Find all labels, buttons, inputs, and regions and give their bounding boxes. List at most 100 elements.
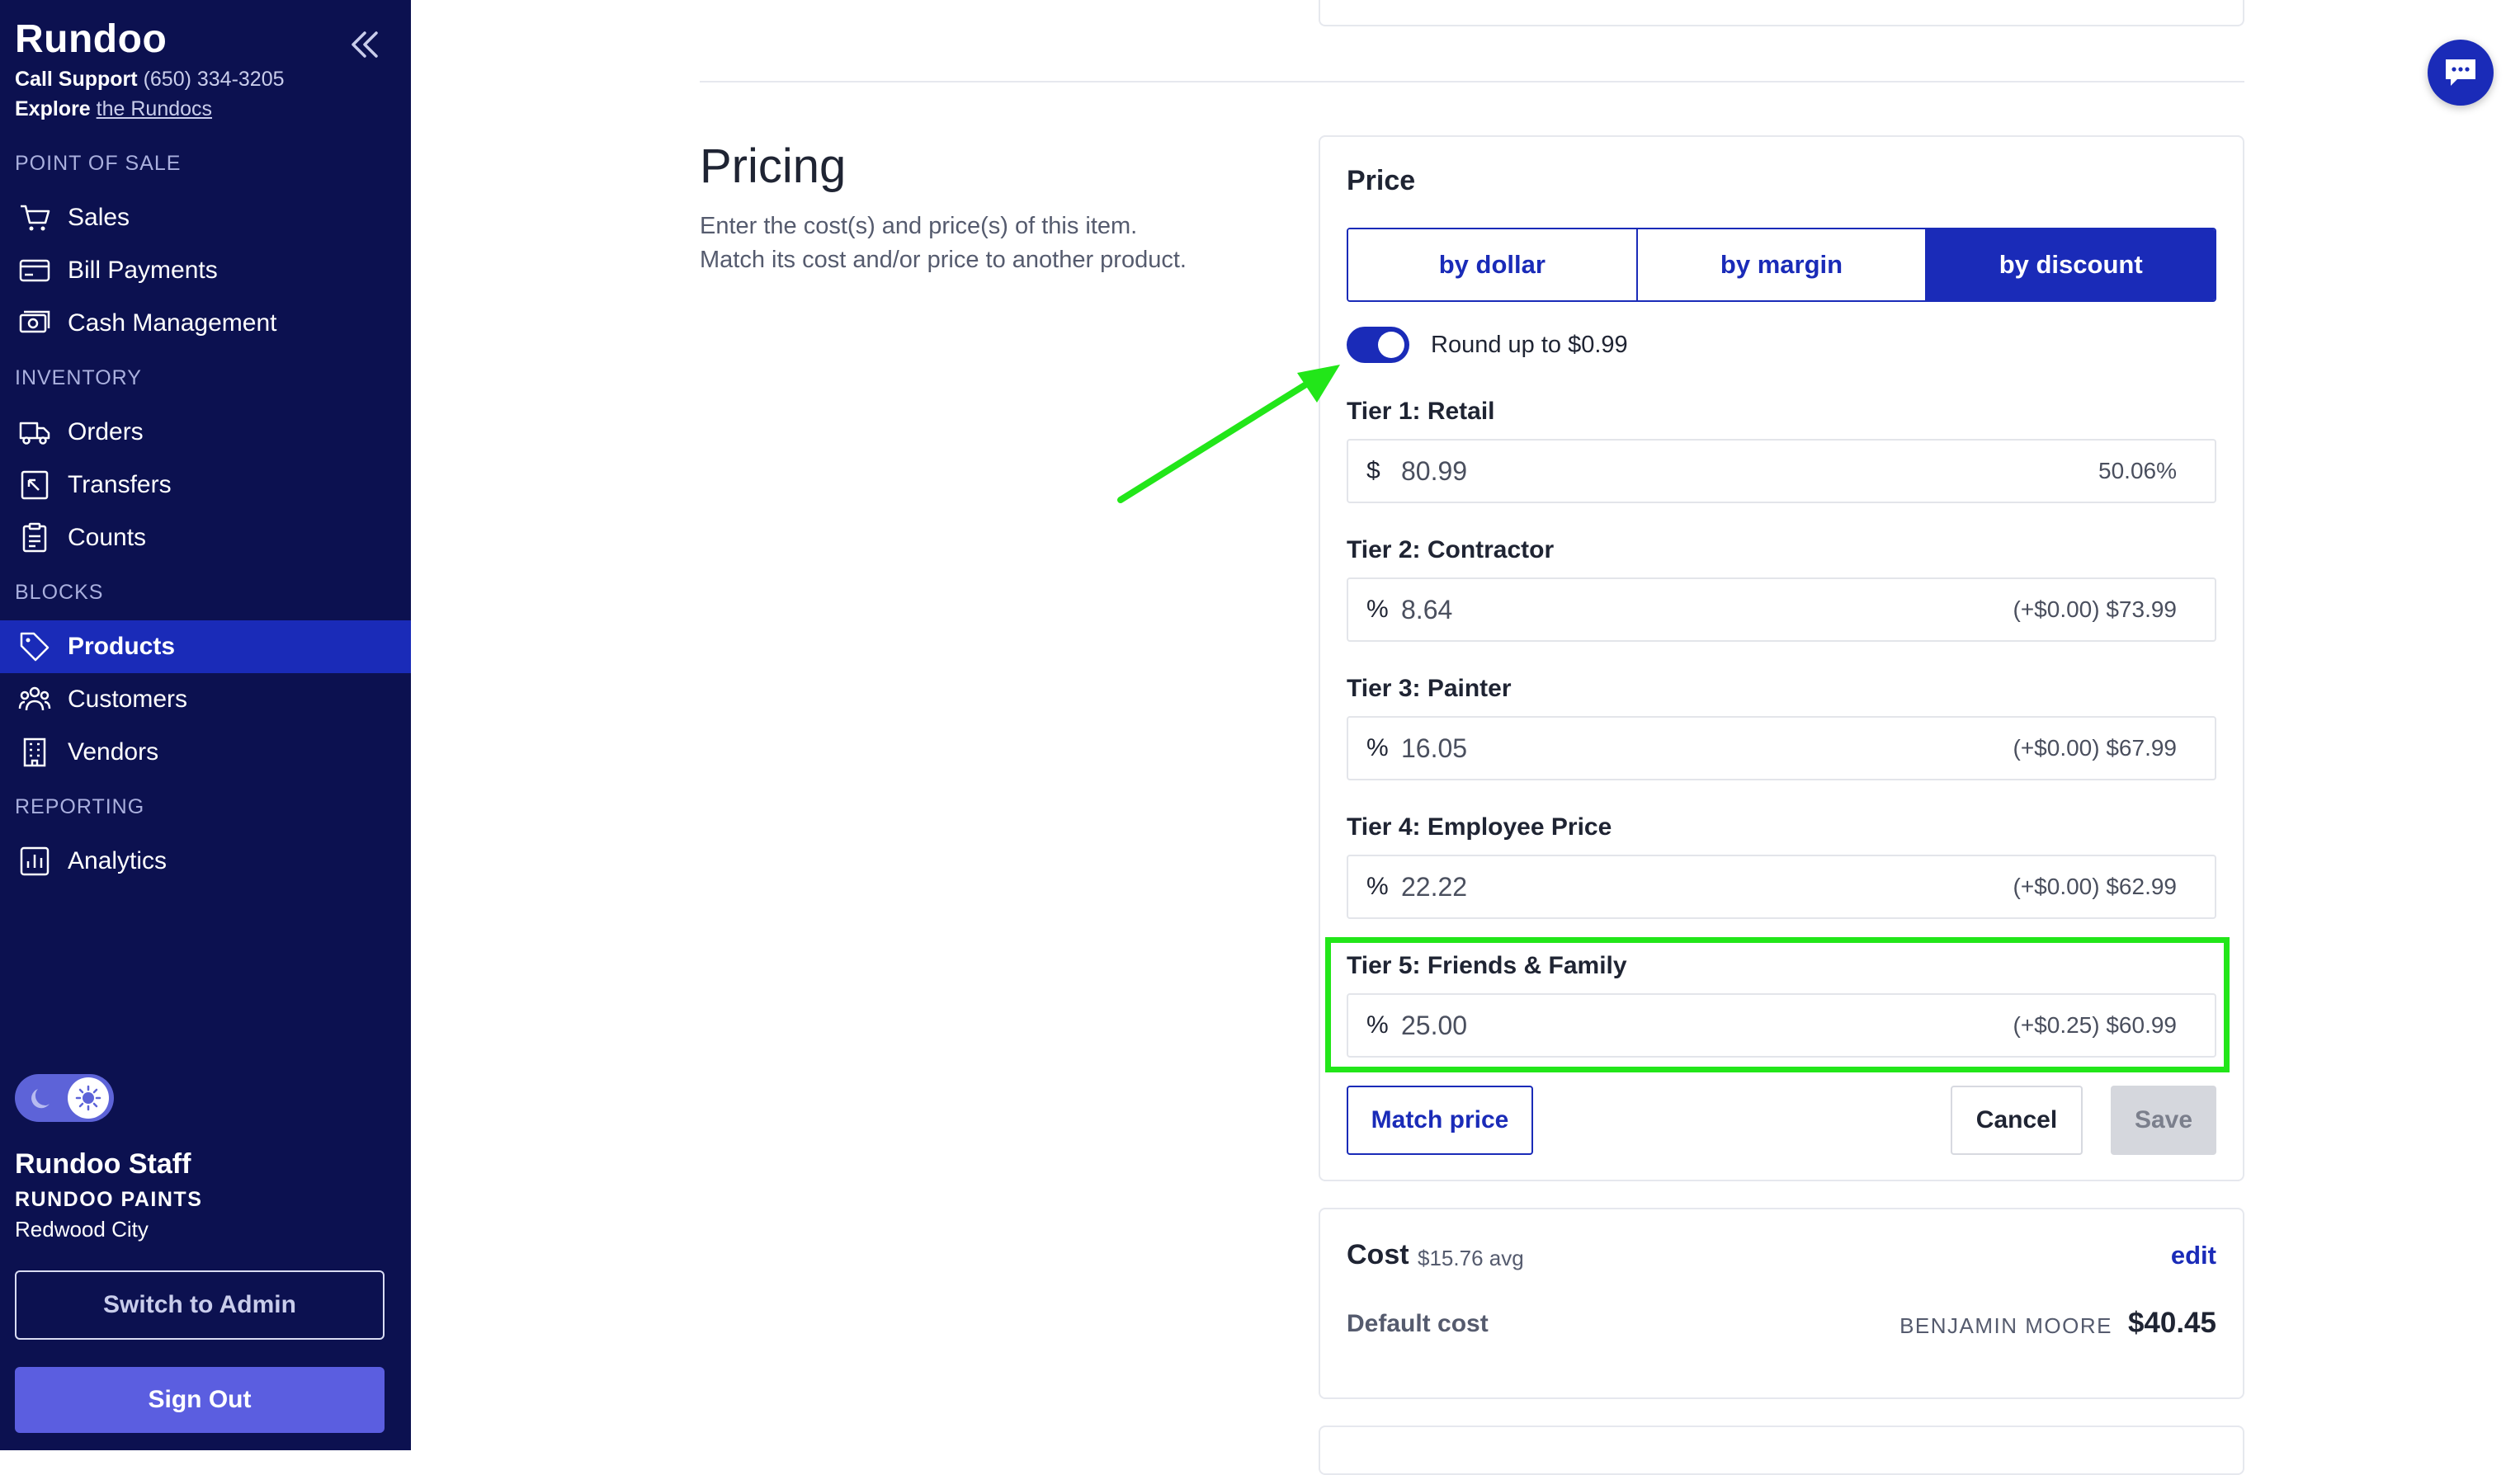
vendor-name: BENJAMIN MOORE <box>1899 1313 2112 1338</box>
default-cost-amount: $40.45 <box>2127 1307 2216 1339</box>
section-divider <box>700 81 2244 82</box>
cancel-button[interactable]: Cancel <box>1951 1086 2083 1155</box>
tier-2-input[interactable]: % 8.64 (+$0.00) $73.99 <box>1347 577 2216 642</box>
price-mode-segmented-control: by dollar by margin by discount <box>1347 228 2216 302</box>
sidebar-item-analytics[interactable]: Analytics <box>0 835 411 888</box>
sign-out-button[interactable]: Sign Out <box>15 1367 385 1433</box>
tier-3-label: Tier 3: Painter <box>1347 675 1512 702</box>
annotation-arrow <box>1117 365 1340 503</box>
rundocs-link[interactable]: the Rundocs <box>97 97 212 120</box>
tier-hint: 50.06% <box>2098 458 2177 483</box>
building-icon <box>17 734 53 770</box>
brand-logo: Rundoo <box>15 17 168 61</box>
store-name: RUNDOO PAINTS <box>15 1188 203 1211</box>
users-icon <box>17 681 53 718</box>
toggle-knob <box>1378 332 1404 358</box>
mode-by-dollar-button[interactable]: by dollar <box>1348 229 1638 300</box>
sidebar-item-cash-management[interactable]: Cash Management <box>0 297 411 350</box>
sidebar-item-label: Cash Management <box>68 309 277 337</box>
clipboard-icon <box>17 520 53 556</box>
sidebar-item-transfers[interactable]: Transfers <box>0 459 411 511</box>
match-price-button[interactable]: Match price <box>1347 1086 1533 1155</box>
tier-unit: $ <box>1366 457 1380 484</box>
sidebar-item-label: Counts <box>68 524 147 551</box>
price-card-title: Price <box>1347 165 1416 196</box>
sidebar-item-orders[interactable]: Orders <box>0 406 411 459</box>
edit-cost-link[interactable]: edit <box>2171 1241 2216 1270</box>
round-up-label: Round up to $0.99 <box>1431 331 1628 358</box>
chart-icon <box>17 843 53 879</box>
mode-by-margin-button[interactable]: by margin <box>1637 229 1928 300</box>
tier-3-input[interactable]: % 16.05 (+$0.00) $67.99 <box>1347 716 2216 780</box>
tier-value[interactable]: 80.99 <box>1401 456 2098 487</box>
round-up-row: Round up to $0.99 <box>1347 327 1628 363</box>
user-name: Rundoo Staff <box>15 1148 191 1180</box>
sidebar-item-customers[interactable]: Customers <box>0 673 411 726</box>
sidebar-item-label: Customers <box>68 686 188 713</box>
mode-by-discount-button[interactable]: by discount <box>1927 229 2215 300</box>
tag-icon <box>17 629 53 665</box>
cost-average: $15.76 avg <box>1418 1246 1524 1270</box>
section-blocks: BLOCKS <box>15 581 104 604</box>
default-cost-label: Default cost <box>1347 1310 1489 1337</box>
chat-button[interactable] <box>2428 40 2494 106</box>
tier-unit: % <box>1366 596 1389 623</box>
theme-toggle[interactable] <box>15 1074 114 1122</box>
truck-icon <box>17 414 53 450</box>
sidebar-item-counts[interactable]: Counts <box>0 511 411 564</box>
round-up-toggle[interactable] <box>1347 327 1409 363</box>
support-info: Call Support (650) 334-3205 Explore the … <box>15 64 285 124</box>
pricing-description-line: Match its cost and/or price to another p… <box>700 247 1187 273</box>
sidebar-item-sales[interactable]: Sales <box>0 191 411 244</box>
pricing-description-line: Enter the cost(s) and price(s) of this i… <box>700 213 1138 239</box>
tier-2-label: Tier 2: Contractor <box>1347 536 1555 563</box>
tier-1-input[interactable]: $ 80.99 50.06% <box>1347 439 2216 503</box>
collapse-sidebar-icon[interactable] <box>347 28 383 61</box>
section-inventory: INVENTORY <box>15 366 142 389</box>
switch-to-admin-button[interactable]: Switch to Admin <box>15 1270 385 1340</box>
sidebar-item-label: Products <box>68 633 176 660</box>
tier-hint: (+$0.00) $67.99 <box>2013 735 2178 761</box>
sidebar-item-products[interactable]: Products <box>0 620 411 673</box>
card-icon <box>17 252 53 289</box>
support-phone[interactable]: (650) 334-3205 <box>144 68 285 91</box>
sidebar-item-label: Orders <box>68 418 144 445</box>
store-city: Redwood City <box>15 1217 149 1242</box>
pricing-description: Enter the cost(s) and price(s) of this i… <box>700 210 1187 277</box>
next-card <box>1319 1426 2244 1475</box>
previous-card <box>1319 0 2244 26</box>
support-label: Call Support <box>15 68 138 91</box>
cart-icon <box>17 200 53 236</box>
section-reporting: REPORTING <box>15 795 145 818</box>
tier-1-label: Tier 1: Retail <box>1347 398 1495 425</box>
sidebar-item-vendors[interactable]: Vendors <box>0 726 411 779</box>
tier-hint: (+$0.00) $73.99 <box>2013 596 2178 622</box>
tier-hint: (+$0.00) $62.99 <box>2013 874 2178 899</box>
chat-icon <box>2446 59 2475 86</box>
section-point-of-sale: POINT OF SALE <box>15 152 182 175</box>
save-button[interactable]: Save <box>2111 1086 2216 1155</box>
tier-value[interactable]: 8.64 <box>1401 595 2013 625</box>
sun-icon <box>68 1077 109 1119</box>
sidebar-item-bill-payments[interactable]: Bill Payments <box>0 244 411 297</box>
moon-icon <box>31 1089 50 1109</box>
sidebar-item-label: Sales <box>68 204 130 231</box>
pricing-title: Pricing <box>700 139 847 193</box>
sidebar-item-label: Vendors <box>68 738 159 766</box>
transfer-icon <box>17 467 53 503</box>
sidebar-item-label: Transfers <box>68 471 172 498</box>
cost-title: Cost <box>1347 1239 1409 1270</box>
explore-label: Explore <box>15 97 91 120</box>
tier-5-highlight-annotation <box>1325 937 2230 1072</box>
tier-unit: % <box>1366 734 1389 761</box>
cash-icon <box>17 305 53 342</box>
tier-4-label: Tier 4: Employee Price <box>1347 813 1612 841</box>
sidebar-item-label: Bill Payments <box>68 257 218 284</box>
tier-value[interactable]: 16.05 <box>1401 733 2013 764</box>
tier-4-input[interactable]: % 22.22 (+$0.00) $62.99 <box>1347 855 2216 919</box>
tier-value[interactable]: 22.22 <box>1401 872 2013 902</box>
tier-unit: % <box>1366 873 1389 900</box>
cost-card: Cost $15.76 avg edit Default cost BENJAM… <box>1319 1208 2244 1399</box>
sidebar: Rundoo Call Support (650) 334-3205 Explo… <box>0 0 411 1450</box>
sidebar-item-label: Analytics <box>68 847 168 874</box>
